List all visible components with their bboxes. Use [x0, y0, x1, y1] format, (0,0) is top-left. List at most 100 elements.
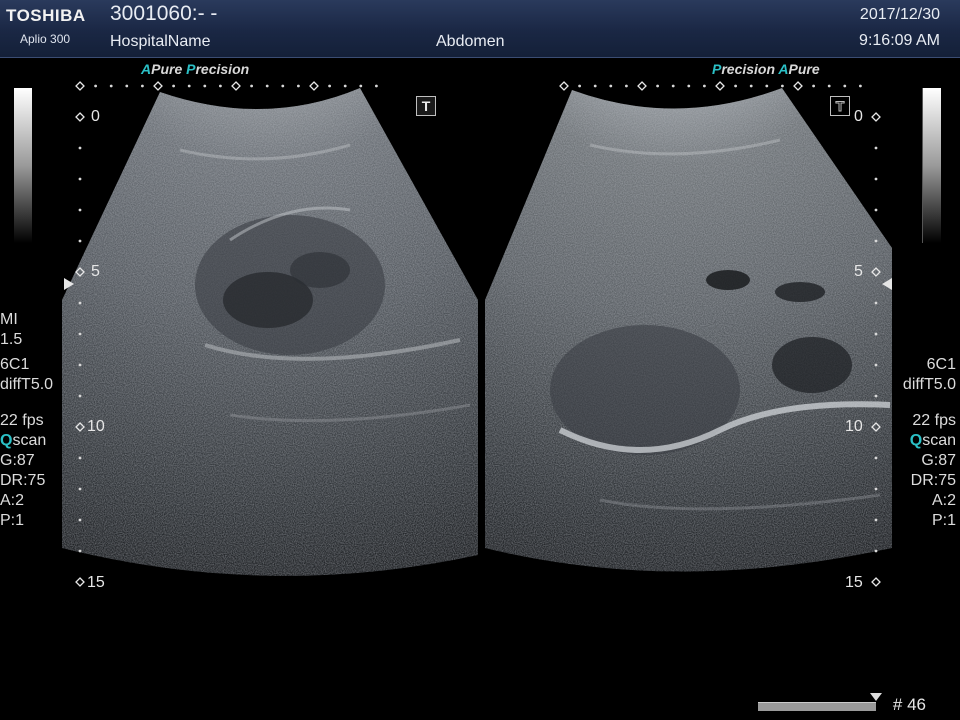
scale-dot [812, 84, 815, 88]
dynamic-range: DR:75 [0, 472, 46, 489]
probe-name: 6C1 [0, 356, 30, 373]
top-scale-diamond [75, 81, 85, 91]
frame-number: # 46 [892, 695, 926, 714]
scale-dot [874, 208, 878, 212]
scale-dot [578, 84, 581, 88]
scale-dot [172, 84, 176, 88]
scale-dot [874, 239, 878, 243]
active-view-t-icon[interactable]: T [416, 96, 436, 116]
a-value: A:2 [931, 492, 956, 509]
grayscale-bar-right [922, 88, 941, 243]
scale-dot [78, 146, 82, 150]
exam-date: 2017/12/30 [859, 6, 940, 23]
scale-dot [203, 84, 207, 88]
left-param-panel: MI 1.5 [0, 310, 22, 350]
p-value: P:1 [931, 512, 956, 529]
depth-label-left-15: 15 [87, 574, 105, 591]
top-scale-diamond [153, 81, 163, 91]
scale-dot [874, 301, 878, 305]
top-scale-left [75, 81, 378, 91]
scale-dot [141, 84, 144, 88]
scale-dot [78, 208, 82, 212]
scale-dot [78, 456, 82, 460]
depth-label-right-0: 0 [854, 108, 863, 125]
right-sector-image [485, 88, 892, 572]
scale-dot [265, 84, 269, 88]
top-scale-diamond [715, 81, 725, 91]
left-sector-image [62, 88, 478, 576]
left-probe-panel: 6C1 diffT5.0 [0, 355, 53, 395]
mode-label-right: Precision APure [712, 61, 820, 77]
depth-scale-diamond [871, 577, 881, 587]
frame-rate: 22 fps [912, 412, 956, 429]
dynamic-range: DR:75 [910, 472, 956, 489]
scale-dot [297, 84, 300, 88]
right-image-params: 22 fps Qscan G:87 DR:75 A:2 P:1 [910, 411, 956, 531]
scale-dot [78, 487, 82, 491]
mode-label-left: APure Precision [141, 61, 250, 77]
scale-dot [781, 84, 784, 88]
scale-dot [625, 84, 628, 88]
gain-value: G:87 [921, 452, 956, 469]
patient-id: 3001060:- - [110, 2, 218, 25]
top-scale-diamond [309, 81, 319, 91]
probe-name: 6C1 [926, 356, 956, 373]
scale-dot [874, 518, 878, 522]
scale-dot [671, 84, 675, 88]
filter-value: diffT5.0 [902, 376, 956, 393]
scale-dot [827, 84, 831, 88]
scale-dot [78, 518, 82, 522]
depth-scale-diamond [871, 112, 881, 122]
scale-dot [78, 177, 82, 181]
grayscale-bar-left [14, 88, 32, 243]
scale-dot [874, 456, 878, 460]
scale-dot [219, 84, 222, 88]
scale-dot [703, 84, 706, 88]
frame-rate: 22 fps [0, 412, 44, 429]
cine-position-marker-icon[interactable] [870, 693, 882, 701]
exam-region: Abdomen [436, 33, 505, 50]
scale-dot [874, 487, 878, 491]
scale-dot [94, 84, 97, 88]
scale-dot [687, 84, 691, 88]
mi-label: MI [0, 311, 18, 328]
scale-dot [343, 84, 347, 88]
scale-dot [78, 239, 82, 243]
a-value: A:2 [0, 492, 25, 509]
brand-logo: TOSHIBA [6, 6, 86, 25]
depth-label-right-5: 5 [854, 263, 863, 280]
p-value: P:1 [0, 512, 25, 529]
scale-dot [859, 84, 862, 88]
scale-dot [843, 84, 847, 88]
scale-dot [593, 84, 597, 88]
scale-dot [874, 332, 878, 336]
scale-dot [187, 84, 191, 88]
scale-dot [78, 363, 82, 367]
depth-label-right-15: 15 [845, 574, 863, 591]
depth-scale-diamond [75, 112, 85, 122]
depth-label-left-5: 5 [91, 263, 100, 280]
scale-dot [250, 84, 254, 88]
top-scale-diamond [637, 81, 647, 91]
scale-dot [874, 177, 878, 181]
system-model: Aplio 300 [20, 32, 71, 46]
ultrasound-image [62, 81, 892, 587]
scale-dot [78, 301, 82, 305]
top-scale-right [559, 81, 862, 91]
cine-progress-bar[interactable] [758, 702, 876, 711]
scale-dot [125, 84, 129, 88]
inactive-view-t-icon[interactable]: T [830, 96, 850, 116]
depth-label-left-10: 10 [87, 418, 105, 435]
qscan-label: Qscan [909, 432, 956, 449]
gain-value: G:87 [0, 452, 35, 469]
scale-dot [874, 549, 878, 553]
depth-label-left-0: 0 [91, 108, 100, 125]
hospital-name: HospitalName [110, 33, 211, 50]
scale-dot [765, 84, 769, 88]
mi-value: 1.5 [0, 331, 23, 348]
scale-dot [375, 84, 378, 88]
scale-dot [874, 146, 878, 150]
scale-dot [609, 84, 613, 88]
filter-value: diffT5.0 [0, 376, 54, 393]
exam-time: 9:16:09 AM [859, 32, 940, 49]
